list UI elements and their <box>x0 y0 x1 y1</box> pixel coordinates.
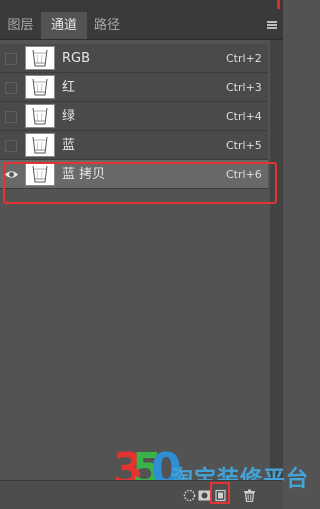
panel-footer <box>0 480 283 509</box>
channel-shortcut: Ctrl+4 <box>226 110 262 123</box>
channel-name: 红 <box>62 80 76 95</box>
channel-row[interactable]: 红 Ctrl+3 <box>0 73 268 102</box>
channel-name: RGB <box>62 51 91 66</box>
visibility-toggle[interactable] <box>5 53 17 65</box>
channel-thumbnail <box>25 46 55 70</box>
channel-name: 绿 <box>62 109 76 124</box>
new-channel-highlight-box <box>210 482 230 504</box>
top-red-mark <box>277 0 280 9</box>
channel-row[interactable]: RGB Ctrl+2 <box>0 44 268 73</box>
channel-row[interactable]: 蓝 Ctrl+5 <box>0 131 268 160</box>
channel-row[interactable]: 绿 Ctrl+4 <box>0 102 268 131</box>
tab-divider <box>0 39 283 40</box>
top-bar <box>0 0 283 12</box>
panel-tabs: 图层 通道 路径 <box>0 12 283 39</box>
channel-shortcut: Ctrl+2 <box>226 52 262 65</box>
panel-menu-icon[interactable] <box>267 21 277 29</box>
visibility-toggle[interactable] <box>5 140 17 152</box>
dotted-circle-icon[interactable] <box>183 489 196 502</box>
channel-shortcut: Ctrl+3 <box>226 81 262 94</box>
scrollbar[interactable] <box>270 40 283 480</box>
channel-thumbnail <box>25 75 55 99</box>
tab-paths[interactable]: 路径 <box>87 12 127 39</box>
channel-shortcut: Ctrl+5 <box>226 139 262 152</box>
selection-highlight-box <box>3 162 277 204</box>
tab-channels[interactable]: 通道 <box>41 12 87 39</box>
channel-name: 蓝 <box>62 138 76 153</box>
channel-thumbnail <box>25 133 55 157</box>
visibility-toggle[interactable] <box>5 111 17 123</box>
trash-icon[interactable] <box>243 489 256 502</box>
visibility-toggle[interactable] <box>5 82 17 94</box>
channel-thumbnail <box>25 104 55 128</box>
tab-layers[interactable]: 图层 <box>0 12 41 39</box>
